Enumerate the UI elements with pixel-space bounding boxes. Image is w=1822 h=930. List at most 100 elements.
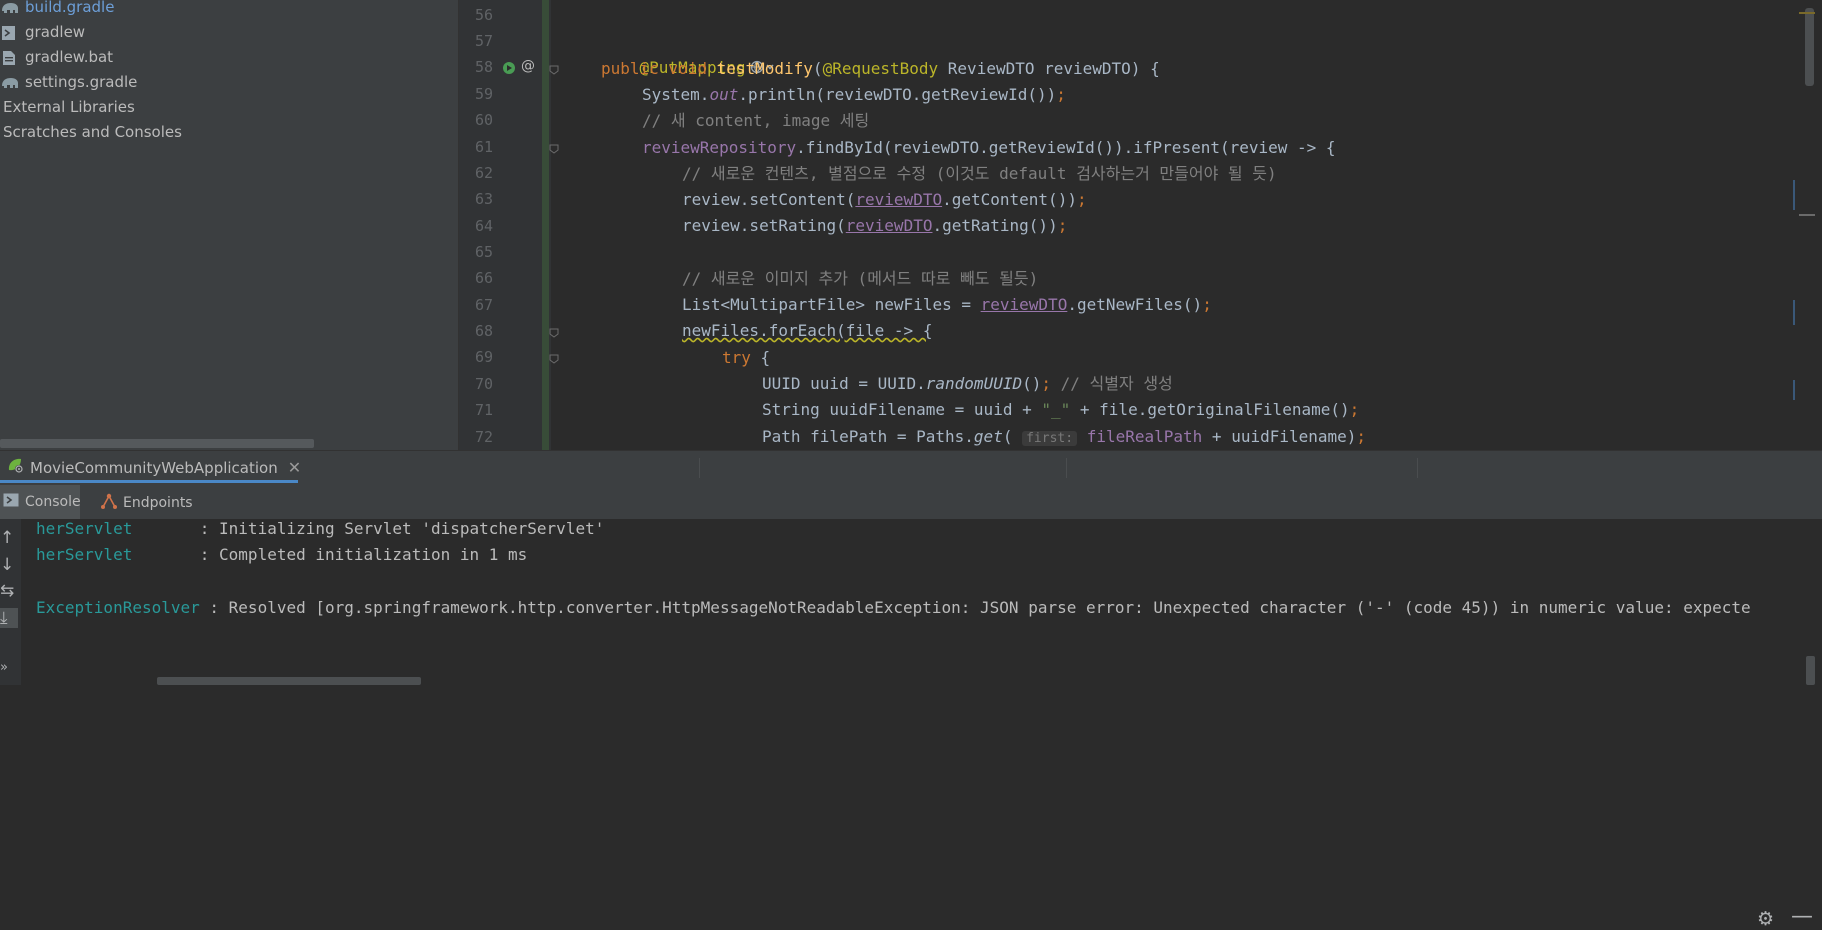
code-line-61: reviewRepository.findById(reviewDTO.getR… (642, 135, 1336, 161)
code-token: ( (812, 59, 823, 78)
tree-item-scratches-and-consoles[interactable]: Scratches and Consoles (3, 120, 182, 144)
tree-item-label: build.gradle (25, 0, 115, 16)
gradle-elephant-icon (0, 0, 20, 15)
static-method-token: randomUUID (925, 374, 1023, 393)
semicolon-token: ; (1202, 295, 1212, 314)
console-tab-content: Console (3, 493, 81, 511)
code-token: .getContent()) (942, 190, 1077, 209)
error-stripe-marker[interactable] (1799, 12, 1815, 14)
code-editor[interactable]: 56 57 58 59 60 61 62 63 64 65 66 67 68 6… (459, 0, 1822, 450)
bat-file-icon (0, 49, 20, 65)
code-line-67: List<MultipartFile> newFiles = reviewDTO… (682, 292, 1212, 318)
line-number: 72 (474, 428, 493, 446)
close-icon[interactable]: ✕ (288, 458, 301, 477)
logger-name: herServlet (36, 545, 200, 564)
log-message: : Resolved [org.springframework.http.con… (199, 598, 1751, 617)
line-number: 63 (474, 190, 493, 208)
tree-item-build-gradle[interactable]: build.gradle (0, 0, 114, 19)
code-line-57: @PutMapping (601, 29, 778, 77)
code-line-63: review.setContent(reviewDTO.getContent()… (682, 187, 1087, 213)
fold-marker-icon[interactable] (549, 328, 559, 338)
line-number: 62 (474, 164, 493, 182)
code-token: List<MultipartFile> newFiles = (682, 295, 981, 314)
code-line-66: // 새로운 이미지 추가 (메서드 따로 빼도 될듯) (682, 269, 1039, 288)
annotation-token: @RequestBody (822, 59, 939, 78)
line-number: 61 (474, 138, 493, 156)
line-number: 64 (474, 217, 493, 235)
console-horizontal-scrollbar[interactable] (157, 677, 421, 685)
scroll-to-end-icon[interactable]: ⤓ (0, 608, 18, 628)
code-token: UUID uuid = UUID. (762, 374, 926, 393)
up-arrow-icon[interactable]: ↑ (0, 528, 14, 548)
code-line-60: // 새 content, image 세팅 (642, 111, 870, 130)
soft-wrap-icon[interactable]: ⇆ (0, 581, 14, 601)
vcs-change-marker[interactable] (542, 0, 549, 450)
tree-item-label: External Libraries (3, 98, 135, 116)
semicolon-token: ; (1349, 400, 1360, 419)
code-token: .findById(reviewDTO.getReviewId()).ifPre… (796, 138, 1336, 157)
down-arrow-icon[interactable]: ↓ (0, 555, 14, 575)
captured-variable-token: reviewDTO (845, 216, 933, 235)
editor-gutter: 56 57 58 59 60 61 62 63 64 65 66 67 68 6… (459, 0, 551, 450)
keyword-token: try (722, 348, 751, 367)
console-tab-label: Console (25, 494, 81, 510)
code-line-70: UUID uuid = UUID.randomUUID(); // 식별자 생성 (762, 371, 1173, 397)
run-config-tab[interactable]: MovieCommunityWebApplication ✕ (6, 454, 301, 482)
semicolon-token: ; (1356, 427, 1367, 446)
line-number: 69 (474, 348, 493, 366)
script-file-icon (0, 24, 20, 40)
comment-token: // 식별자 생성 (1060, 374, 1173, 393)
tree-item-external-libraries[interactable]: External Libraries (3, 95, 135, 119)
static-method-token: get (973, 427, 1003, 446)
line-number: 59 (474, 85, 493, 103)
tree-horizontal-scrollbar[interactable] (0, 439, 314, 448)
code-line-58: public void testModify(@RequestBody Revi… (601, 56, 1160, 82)
line-number: 67 (474, 296, 493, 314)
change-stripe-marker[interactable] (1793, 380, 1795, 400)
semicolon-token: ; (1041, 374, 1061, 393)
code-token: System. (642, 85, 710, 104)
tab-console[interactable]: Console (0, 485, 81, 519)
line-number: 70 (474, 375, 493, 393)
code-line-69: try { (722, 345, 770, 371)
semicolon-token: ; (1057, 216, 1068, 235)
code-token: review.setRating( (682, 216, 846, 235)
gear-icon[interactable]: ⚙ (1757, 908, 1774, 930)
code-token: () (1022, 374, 1042, 393)
code-line-72: Path filePath = Paths.get( first: fileRe… (762, 424, 1366, 450)
captured-variable-token: reviewDTO (855, 190, 943, 209)
tab-endpoints[interactable]: Endpoints (100, 493, 193, 513)
change-stripe-marker[interactable] (1793, 300, 1795, 325)
console-output[interactable]: ↑ ↓ ⇆ ⤓ » herServlet : Initializing Serv… (0, 519, 1822, 685)
tree-item-gradlew-bat[interactable]: gradlew.bat (0, 45, 113, 69)
code-token: + uuidFilename) (1202, 427, 1357, 446)
fold-marker-icon[interactable] (549, 354, 559, 364)
fold-marker-icon[interactable] (549, 144, 559, 154)
console-line: ExceptionResolver : Resolved [org.spring… (36, 598, 1751, 617)
error-stripe-marker[interactable] (1799, 214, 1815, 216)
editor-scroll-thumb[interactable] (1805, 8, 1814, 86)
tree-item-gradlew[interactable]: gradlew (0, 20, 85, 44)
line-number: 65 (474, 243, 493, 261)
at-annotation-icon[interactable]: @ (521, 58, 535, 74)
semicolon-token: ; (1076, 190, 1087, 209)
parameter-hint: first: (1022, 431, 1078, 446)
change-stripe-marker[interactable] (1793, 180, 1795, 210)
code-token: .getNewFiles() (1067, 295, 1203, 314)
tree-item-settings-gradle[interactable]: settings.gradle (0, 70, 137, 94)
spring-boot-icon (6, 455, 24, 483)
console-line: herServlet : Completed initialization in… (36, 545, 527, 564)
code-token: .getRating()) (932, 216, 1058, 235)
fold-marker-icon[interactable] (549, 65, 559, 75)
line-number: 60 (474, 111, 493, 129)
tree-item-label: gradlew.bat (25, 48, 114, 66)
console-vertical-scrollbar[interactable] (1806, 656, 1815, 685)
code-line-71: String uuidFilename = uuid + "_" + file.… (762, 397, 1359, 423)
captured-variable-token: reviewDTO (980, 295, 1068, 314)
run-endpoint-icon[interactable] (501, 60, 517, 80)
more-icon[interactable]: » (0, 660, 8, 675)
code-token: review.setContent( (682, 190, 856, 209)
code-token: String uuidFilename = uuid + (762, 400, 1042, 419)
minimize-icon[interactable]: — (1791, 904, 1813, 929)
static-field-token: out (709, 85, 739, 104)
